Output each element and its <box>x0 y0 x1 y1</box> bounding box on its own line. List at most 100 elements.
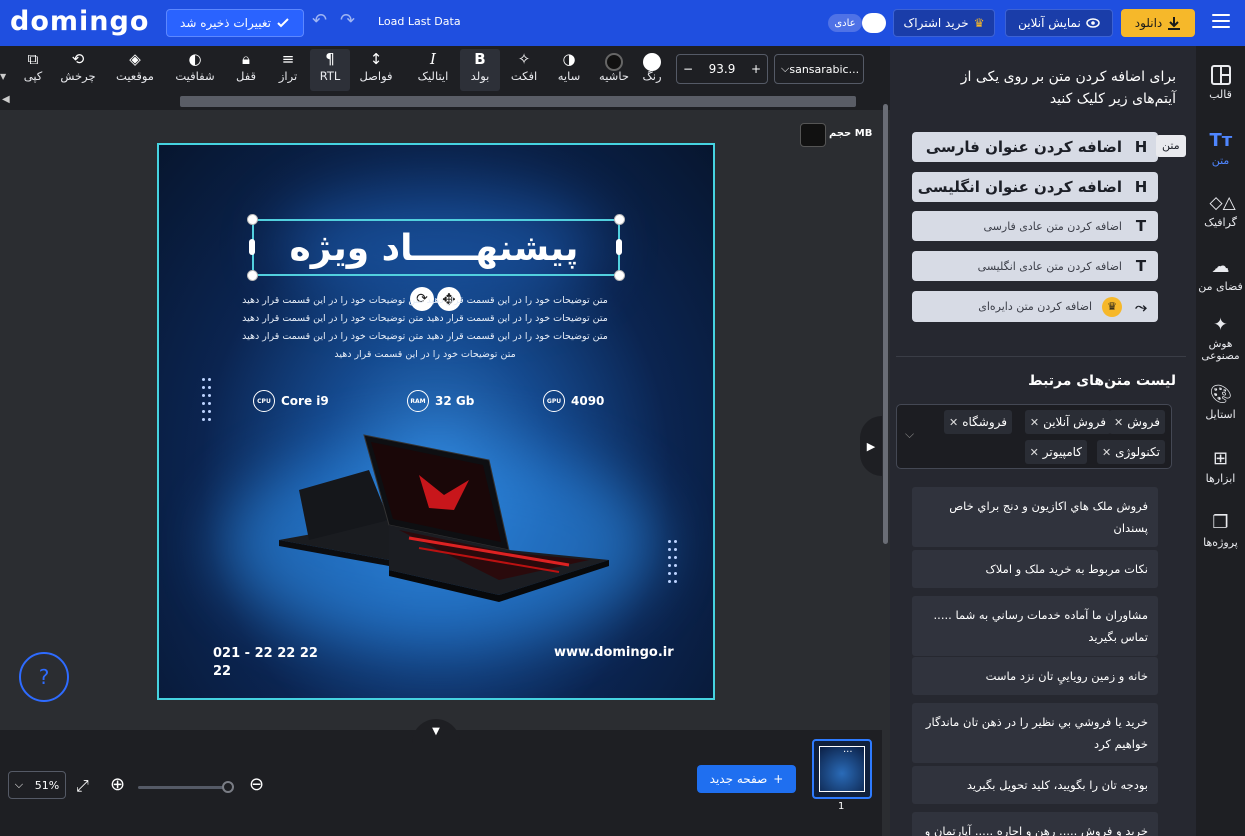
scroll-thumb[interactable] <box>180 96 856 107</box>
suggestion-item[interactable]: مشاوران ما آماده خدمات رساني به شما ....… <box>912 596 1158 656</box>
resize-handle[interactable] <box>247 214 258 225</box>
resize-handle[interactable] <box>614 214 625 225</box>
nav-template[interactable]: قالب <box>1196 64 1245 101</box>
tool-opacity[interactable]: ◐ شفافیت <box>172 49 218 83</box>
new-page-button[interactable]: صفحه جدید + <box>697 765 796 793</box>
logo[interactable]: domingo <box>10 6 149 37</box>
saved-label: تغییرات ذخیره شد <box>180 16 271 30</box>
show-online-button[interactable]: نمایش آنلاین <box>1005 9 1113 37</box>
plus-icon[interactable]: + <box>745 62 767 76</box>
tag[interactable]: فروشگاه ✕ <box>944 410 1012 434</box>
subscription-button[interactable]: خرید اشتراک ♛ <box>893 9 995 37</box>
zoom-out-icon[interactable]: ⊖ <box>249 774 264 795</box>
suggestion-item[interactable]: فروش ملک هاي اكازيون و دنج براي خاص پسند… <box>912 487 1158 547</box>
remove-tag-icon[interactable]: ✕ <box>1030 446 1039 459</box>
zoom-slider[interactable] <box>138 781 234 793</box>
spec-cpu[interactable]: CPU Core i9 <box>253 390 329 412</box>
tool-label: کپی <box>23 69 43 83</box>
tool-rtl[interactable]: ¶ RTL <box>310 49 350 91</box>
tag[interactable]: فروش آنلاین ✕ <box>1024 410 1111 434</box>
remove-tag-icon[interactable]: ✕ <box>1030 416 1039 429</box>
nav-style[interactable]: 🎨︎ استایل <box>1196 384 1245 421</box>
add-english-heading[interactable]: اضافه کردن عنوان انگلیسی H <box>912 172 1158 202</box>
spec-gpu[interactable]: GPU 4090 <box>543 390 604 412</box>
suggestion-item[interactable]: خريد و فروش ..... رهن و اجاره ..... آپار… <box>912 812 1158 836</box>
tool-copy[interactable]: ⧉ کپی <box>13 49 53 83</box>
add-english-text[interactable]: اضافه کردن متن عادی انگلیسی T <box>912 251 1158 281</box>
resize-handle[interactable] <box>247 270 258 281</box>
vertical-scrollbar[interactable] <box>882 94 890 554</box>
chevron-down-icon[interactable]: ⌵ <box>905 427 914 442</box>
hamburger-menu-icon[interactable] <box>1212 14 1230 32</box>
resize-handle[interactable] <box>249 239 255 255</box>
scroll-down-icon[interactable]: ▼ <box>0 72 6 81</box>
decor-dots <box>208 378 211 426</box>
design-phone[interactable]: 021 - 22 22 22 22 <box>213 645 323 681</box>
scroll-left-icon[interactable]: ◀ <box>2 94 10 105</box>
tool-rotate[interactable]: ⟲ چرخش <box>58 49 98 83</box>
load-last-data-button[interactable]: Load Last Data <box>378 15 461 28</box>
palette-icon: 🎨︎ <box>1209 384 1233 405</box>
add-persian-heading[interactable]: اضافه کردن عنوان فارسی H <box>912 132 1158 162</box>
nav-text[interactable]: Tт متن <box>1196 130 1245 167</box>
tool-position[interactable]: ◈ موقعیت <box>112 49 158 83</box>
zoom-slider-knob[interactable] <box>222 781 234 793</box>
zoom-select[interactable]: ⌵ 51% <box>8 771 66 799</box>
minus-icon[interactable]: − <box>677 62 699 76</box>
tool-color[interactable]: رنگ <box>632 49 672 83</box>
zoom-in-icon[interactable]: ⊕ <box>110 774 125 795</box>
font-size-stepper[interactable]: − 93.9 + <box>676 54 768 84</box>
tool-shadow[interactable]: ◑ سایه <box>549 49 589 83</box>
help-button[interactable]: ? <box>19 652 69 702</box>
suggestion-item[interactable]: بودجه تان را بگوييد، كليد تحويل بگيريد <box>912 766 1158 804</box>
calculator-icon[interactable] <box>800 123 826 147</box>
tag[interactable]: تکنولوژی ✕ <box>1096 440 1165 464</box>
scroll-thumb[interactable] <box>883 104 888 544</box>
redo-icon[interactable]: ↷ <box>340 10 355 31</box>
remove-tag-icon[interactable]: ✕ <box>949 416 958 429</box>
copy-icon: ⧉ <box>27 50 39 68</box>
tag[interactable]: فروش ✕ <box>1108 410 1165 434</box>
tool-spacing[interactable]: ↕ فواصل <box>356 49 396 83</box>
remove-tag-icon[interactable]: ✕ <box>1114 416 1123 429</box>
mode-toggle[interactable] <box>862 13 886 33</box>
nav-label: استایل <box>1205 408 1236 421</box>
tool-label: افکت <box>510 69 538 83</box>
font-family-select[interactable]: ⌵ sansarabic... <box>774 54 864 84</box>
spec-ram[interactable]: RAM 32 Gb <box>407 390 474 412</box>
nav-projects[interactable]: ❐ پروژه‌ها <box>1196 512 1245 549</box>
suggestion-item[interactable]: خانه و زمين روياييِ تان نزد ماست <box>912 657 1158 695</box>
suggestion-item[interactable]: نكات مربوط به خريد ملک و املاک <box>912 550 1158 588</box>
horizontal-scrollbar[interactable]: ◀ <box>0 94 890 110</box>
tag[interactable]: کامپیوتر ✕ <box>1024 440 1087 464</box>
remove-tag-icon[interactable]: ✕ <box>1102 446 1111 459</box>
add-persian-text[interactable]: اضافه کردن متن عادی فارسی T <box>912 211 1158 241</box>
thumbnail-menu-icon[interactable]: ... <box>843 744 853 755</box>
mode-badge: عادی <box>828 14 862 32</box>
collapse-panel-button[interactable]: ▶ <box>860 416 882 476</box>
tool-italic[interactable]: I ایتالیک <box>410 49 456 83</box>
page-thumbnail[interactable] <box>812 739 872 799</box>
resize-handle[interactable] <box>614 270 625 281</box>
template-icon <box>1210 65 1231 85</box>
nav-my-space[interactable]: ☁ فضای من <box>1196 256 1245 293</box>
saved-status-button[interactable]: تغییرات ذخیره شد <box>166 9 304 37</box>
fit-screen-icon[interactable]: ⤢ <box>76 776 89 796</box>
selection-box[interactable] <box>252 219 620 276</box>
undo-icon[interactable]: ↶ <box>312 10 327 31</box>
design-website[interactable]: www.domingo.ir <box>554 645 674 660</box>
tool-bold[interactable]: B بولد <box>460 49 500 91</box>
nav-tools[interactable]: ⊞ ابزارها <box>1196 448 1245 485</box>
add-circular-text[interactable]: اضافه کردن متن دایره‌ای ♛ ⤳ <box>912 291 1158 322</box>
download-button[interactable]: دانلود <box>1121 9 1195 37</box>
resize-handle[interactable] <box>616 239 622 255</box>
tool-effect[interactable]: ✧ افکت <box>504 49 544 83</box>
tool-border[interactable]: حاشیه <box>594 49 634 83</box>
tool-lock[interactable]: 🔒︎ قفل <box>226 49 266 83</box>
tool-align[interactable]: ≡ تراز <box>268 49 308 83</box>
design-description[interactable]: متن توضیحات خود را در این قسمت قرار دهید… <box>225 292 625 364</box>
nav-ai[interactable]: ✦ هوش مصنوعی <box>1196 314 1245 362</box>
nav-graphics[interactable]: ◇△ گرافیک <box>1196 192 1245 229</box>
tag-input[interactable]: ⌵ فروش ✕ فروش آنلاین ✕ فروشگاه ✕ تکنولوژی ✕ … <box>896 404 1172 469</box>
suggestion-item[interactable]: خريد يا فروشي بي نظير را در ذهن تان ماند… <box>912 703 1158 763</box>
